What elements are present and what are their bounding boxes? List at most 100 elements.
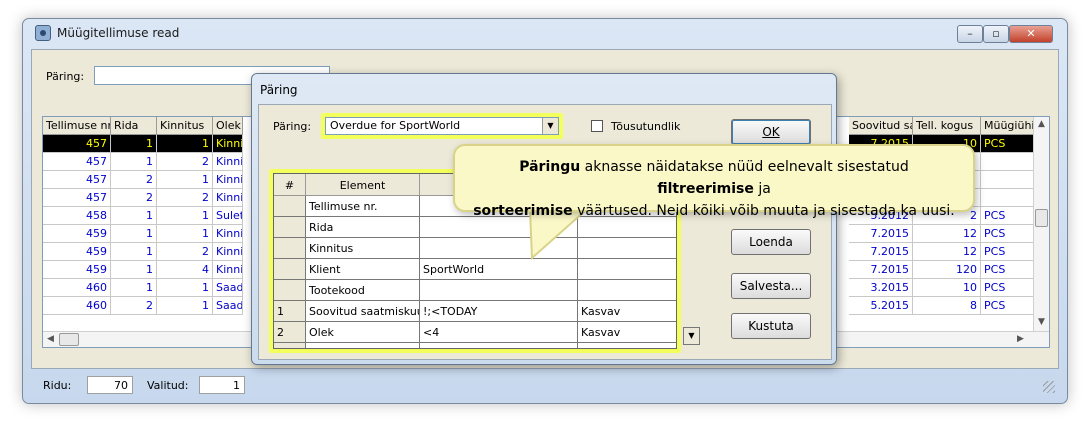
cell-unit[interactable]: PCS (981, 207, 1041, 225)
vertical-scrollbar[interactable]: ▲ ▼ (1033, 117, 1049, 347)
cell-unit[interactable] (981, 171, 1041, 189)
cell-unit[interactable]: PCS (981, 297, 1041, 315)
cell-conf[interactable]: 4 (157, 261, 213, 279)
column-header[interactable]: Tellimuse nr. (43, 117, 111, 135)
cell-conf[interactable]: 1 (157, 279, 213, 297)
cell-date[interactable]: 7.2015 (849, 225, 913, 243)
cell-status[interactable]: Saad (213, 297, 243, 315)
criteria-cell-sort[interactable] (578, 280, 676, 301)
cell-status[interactable]: Kinni (213, 135, 243, 153)
cell-unit[interactable]: PCS (981, 261, 1041, 279)
maximize-button[interactable]: ▫ (983, 25, 1009, 43)
cell-conf[interactable]: 2 (157, 153, 213, 171)
horizontal-scroll-thumb[interactable] (59, 333, 79, 346)
list-button[interactable]: Loenda (731, 229, 811, 255)
cell-date[interactable]: 7.2015 (849, 243, 913, 261)
cell-row[interactable]: 1 (111, 153, 157, 171)
cell-date[interactable]: 7.2015 (849, 261, 913, 279)
cell-order[interactable]: 460 (43, 279, 111, 297)
cell-row[interactable]: 1 (111, 279, 157, 297)
cell-order[interactable]: 457 (43, 171, 111, 189)
resize-grip-icon[interactable] (1043, 381, 1055, 393)
cell-qty[interactable]: 12 (913, 225, 981, 243)
cell-unit[interactable] (981, 189, 1041, 207)
cell-row[interactable]: 1 (111, 225, 157, 243)
cell-qty[interactable]: 120 (913, 261, 981, 279)
criteria-cell-value[interactable] (420, 280, 578, 301)
criteria-cell-value[interactable] (420, 343, 578, 348)
save-button[interactable]: Salvesta... (731, 273, 811, 299)
criteria-cell-sort[interactable]: Kasvav (578, 322, 676, 343)
scroll-right-icon[interactable]: ▶ (1017, 334, 1024, 344)
criteria-cell-sort[interactable] (578, 343, 676, 348)
cell-unit[interactable]: PCS (981, 135, 1041, 153)
cell-conf[interactable]: 1 (157, 297, 213, 315)
criteria-cell-value[interactable]: !;<TODAY (420, 301, 578, 322)
cell-conf[interactable]: 1 (157, 225, 213, 243)
cell-status[interactable]: Kinni (213, 243, 243, 261)
title-bar[interactable]: Müügitellimuse read – ▫ ✕ (23, 19, 1067, 47)
cell-order[interactable]: 459 (43, 225, 111, 243)
criteria-cell-num (274, 196, 306, 217)
cell-status[interactable]: Kinni (213, 171, 243, 189)
cell-order[interactable]: 457 (43, 135, 111, 153)
cell-status[interactable]: Sulet (213, 207, 243, 225)
cell-order[interactable]: 458 (43, 207, 111, 225)
minimize-button[interactable]: – (957, 25, 983, 43)
column-header[interactable]: Olek (213, 117, 243, 135)
cell-order[interactable]: 460 (43, 297, 111, 315)
cell-date[interactable]: 3.2015 (849, 279, 913, 297)
vertical-scroll-thumb[interactable] (1035, 209, 1048, 227)
cell-row[interactable]: 1 (111, 207, 157, 225)
column-header[interactable]: Soovitud saatmiskuupäev (849, 117, 913, 135)
cell-row[interactable]: 2 (111, 297, 157, 315)
chevron-down-icon[interactable]: ▼ (542, 118, 558, 134)
cell-row[interactable]: 1 (111, 135, 157, 153)
delete-button[interactable]: Kustuta (731, 313, 811, 339)
cell-row[interactable]: 1 (111, 261, 157, 279)
scroll-left-icon[interactable]: ◀ (47, 334, 54, 344)
column-header[interactable]: Tell. kogus (913, 117, 981, 135)
cell-order[interactable]: 457 (43, 189, 111, 207)
cell-status[interactable]: Kinni (213, 261, 243, 279)
criteria-cell-sort[interactable] (578, 238, 676, 259)
cell-unit[interactable]: PCS (981, 243, 1041, 261)
criteria-dropdown-icon[interactable]: ▼ (683, 327, 700, 345)
cell-conf[interactable]: 1 (157, 135, 213, 153)
cell-conf[interactable]: 1 (157, 171, 213, 189)
cell-order[interactable]: 459 (43, 261, 111, 279)
cell-status[interactable]: Kinni (213, 225, 243, 243)
column-header[interactable]: Rida (111, 117, 157, 135)
criteria-cell-element: Tellimuse nr. (306, 196, 420, 217)
cell-unit[interactable]: PCS (981, 225, 1041, 243)
cell-qty[interactable]: 8 (913, 297, 981, 315)
cell-qty[interactable]: 10 (913, 279, 981, 297)
cell-unit[interactable] (981, 153, 1041, 171)
cell-conf[interactable]: 2 (157, 189, 213, 207)
criteria-cell-sort[interactable]: Kasvav (578, 301, 676, 322)
cell-row[interactable]: 2 (111, 189, 157, 207)
column-header[interactable]: Kinnitus (157, 117, 213, 135)
query-select[interactable]: Overdue for SportWorld ▼ (325, 117, 559, 135)
cell-unit[interactable]: PCS (981, 279, 1041, 297)
ok-button[interactable]: OK (731, 119, 811, 145)
scroll-up-icon[interactable]: ▲ (1038, 119, 1045, 129)
cell-status[interactable]: Kinni (213, 153, 243, 171)
scroll-down-icon[interactable]: ▼ (1038, 317, 1045, 327)
criteria-cell-value[interactable]: SportWorld (420, 259, 578, 280)
criteria-cell-sort[interactable] (578, 259, 676, 280)
cell-conf[interactable]: 1 (157, 207, 213, 225)
column-header[interactable]: Müügiühik (981, 117, 1041, 135)
cell-qty[interactable]: 12 (913, 243, 981, 261)
cell-conf[interactable]: 2 (157, 243, 213, 261)
cell-date[interactable]: 5.2015 (849, 297, 913, 315)
cell-status[interactable]: Saad (213, 279, 243, 297)
cell-status[interactable]: Kinni (213, 189, 243, 207)
cell-row[interactable]: 2 (111, 171, 157, 189)
cell-order[interactable]: 457 (43, 153, 111, 171)
cell-row[interactable]: 1 (111, 243, 157, 261)
cell-order[interactable]: 459 (43, 243, 111, 261)
ascending-checkbox[interactable] (591, 120, 603, 132)
close-button[interactable]: ✕ (1009, 25, 1053, 43)
criteria-cell-value[interactable]: <4 (420, 322, 578, 343)
